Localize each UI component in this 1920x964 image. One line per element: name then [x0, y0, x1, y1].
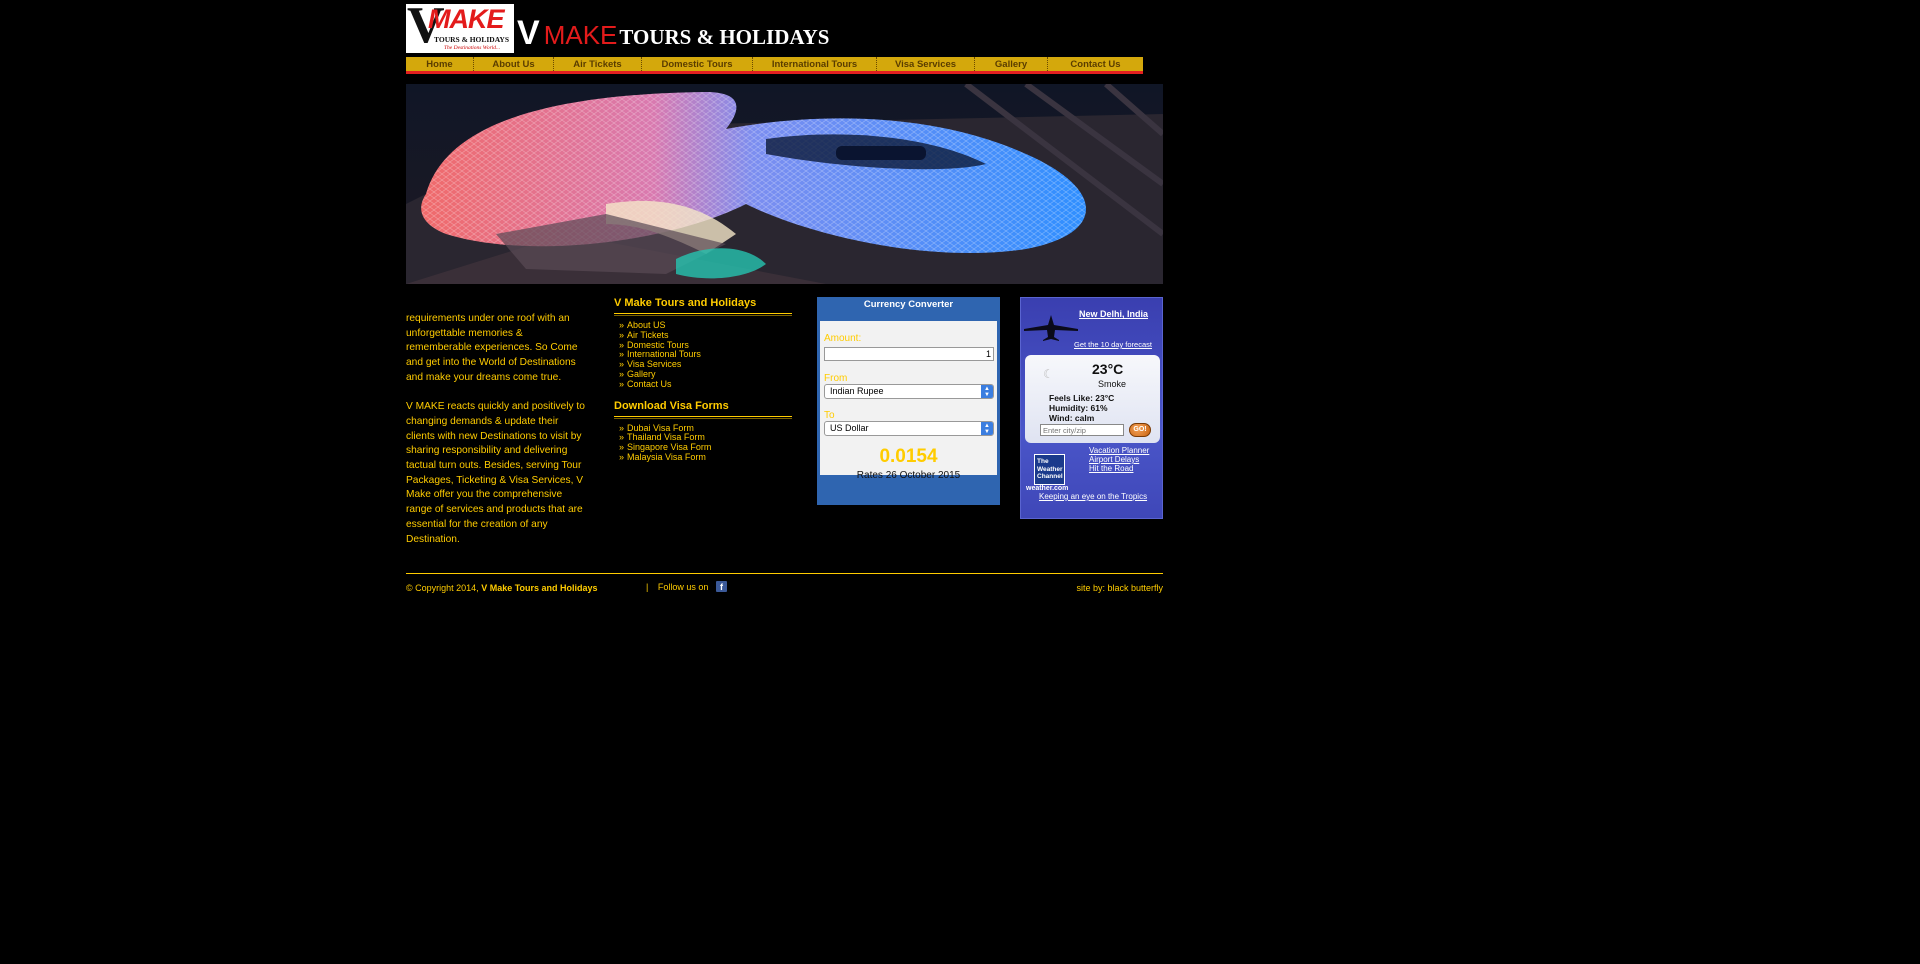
footer-separator: | [646, 582, 649, 592]
nav-home[interactable]: Home [406, 57, 474, 71]
copyright-company: V Make Tours and Holidays [481, 583, 598, 593]
follow-us: | Follow us on [646, 582, 708, 592]
site-title: V MAKETOURS & HOLIDAYS [517, 16, 829, 50]
nav-domestic-tours[interactable]: Domestic Tours [642, 57, 753, 71]
airplane-icon [1024, 315, 1078, 341]
nav-visa-services[interactable]: Visa Services [877, 57, 975, 71]
vacation-planner-link[interactable]: Vacation Planner [1089, 446, 1149, 455]
weather-widget: New Delhi, India Get the 10 day forecast… [1020, 297, 1163, 519]
hit-the-road-link[interactable]: Hit the Road [1089, 464, 1133, 473]
weather-channel-logo-text: The Weather Channel [1037, 458, 1063, 480]
quick-links: V Make Tours and Holidays » About US » Air… [614, 297, 792, 463]
site-title-rest: TOURS & HOLIDAYS [619, 25, 830, 49]
nav-international-tours[interactable]: International Tours [753, 57, 877, 71]
site-by-credit[interactable]: site by: black butterfly [1076, 583, 1163, 593]
copyright: © Copyright 2014, V Make Tours and Holid… [406, 583, 598, 593]
moon-icon: ☾ [1043, 367, 1054, 381]
footer-divider [406, 573, 1163, 574]
about-paragraph-2: V MAKE reacts quickly and positively to … [406, 401, 585, 545]
from-currency-value: Indian Rupee [830, 386, 884, 396]
nav-about-us[interactable]: About Us [474, 57, 554, 71]
about-paragraph-1: requirements under one roof with an unfo… [406, 313, 578, 383]
hero-banner [406, 84, 1163, 284]
nav-contact-us[interactable]: Contact Us [1048, 57, 1143, 71]
to-currency-select[interactable]: US Dollar ▲ ▼ [824, 421, 994, 436]
from-label: From [824, 373, 848, 384]
logo-make: MAKE [428, 4, 504, 34]
weather-channel-logo[interactable]: The Weather Channel [1034, 454, 1065, 485]
visa-forms-list: » Dubai Visa Form » Thailand Visa Form » Si… [614, 417, 792, 463]
humidity: Humidity: 61% [1049, 403, 1108, 413]
about-text: requirements under one roof with an unfo… [406, 312, 590, 562]
conversion-result: 0.0154 [879, 446, 938, 467]
logo-tagline: The Destinations World... [444, 45, 501, 51]
weather-go-button[interactable]: GO! [1129, 423, 1151, 437]
site-title-v: V [517, 14, 540, 52]
to-label: To [824, 410, 835, 421]
main-nav: Home About Us Air Tickets Domestic Tours… [406, 57, 1143, 74]
tropics-link[interactable]: Keeping an eye on the Tropics [1039, 492, 1147, 501]
weather-condition: Smoke [1098, 379, 1127, 389]
link-contact-us[interactable]: » Contact Us [619, 379, 792, 390]
nav-gallery[interactable]: Gallery [975, 57, 1048, 71]
feels-like: Feels Like: 23°C [1049, 393, 1115, 403]
currency-converter-title: Currency Converter [863, 299, 954, 310]
logo-subtitle: TOURS & HOLIDAYS [434, 35, 510, 44]
select-arrows-icon: ▲ ▼ [981, 385, 993, 398]
weather-channel-url: weather.com [1026, 485, 1069, 492]
hero-image [406, 84, 1163, 284]
site-logo[interactable]: V MAKE TOURS & HOLIDAYS The Destinations… [406, 4, 514, 53]
from-currency-select[interactable]: Indian Rupee ▲ ▼ [824, 384, 994, 399]
site-title-make: MAKE [543, 20, 618, 50]
wind: Wind: calm [1049, 413, 1095, 423]
weather-conditions-panel: ☾ 23°C Smoke Feels Like: 23°C Humidity: … [1025, 355, 1160, 443]
site-links-list: » About US » Air Tickets » Domestic Tours »… [614, 314, 792, 390]
facebook-icon[interactable]: f [716, 581, 727, 592]
temperature: 23°C [1092, 361, 1124, 377]
amount-input[interactable] [824, 347, 994, 361]
amount-label: Amount: [824, 333, 862, 344]
select-arrows-icon: ▲ ▼ [981, 422, 993, 435]
to-currency-value: US Dollar [830, 423, 869, 433]
city-zip-input[interactable] [1040, 424, 1124, 436]
visa-forms-heading: Download Visa Forms [614, 400, 792, 419]
rates-date: Rates 26 October 2015 [856, 470, 961, 481]
currency-converter: Currency Converter Amount: From Indian R… [817, 297, 1000, 505]
follow-us-label: Follow us on [657, 582, 709, 592]
currency-converter-panel: Amount: From Indian Rupee ▲▼ To US Dolla… [820, 321, 997, 481]
weather-city-link[interactable]: New Delhi, India [1079, 309, 1148, 319]
airport-delays-link[interactable]: Airport Delays [1089, 455, 1139, 464]
nav-air-tickets[interactable]: Air Tickets [554, 57, 642, 71]
forecast-link[interactable]: Get the 10 day forecast [1074, 340, 1152, 349]
link-malaysia-visa-form[interactable]: » Malaysia Visa Form [619, 452, 792, 463]
copyright-prefix: © Copyright 2014, [406, 583, 479, 593]
links-heading: V Make Tours and Holidays [614, 297, 792, 316]
